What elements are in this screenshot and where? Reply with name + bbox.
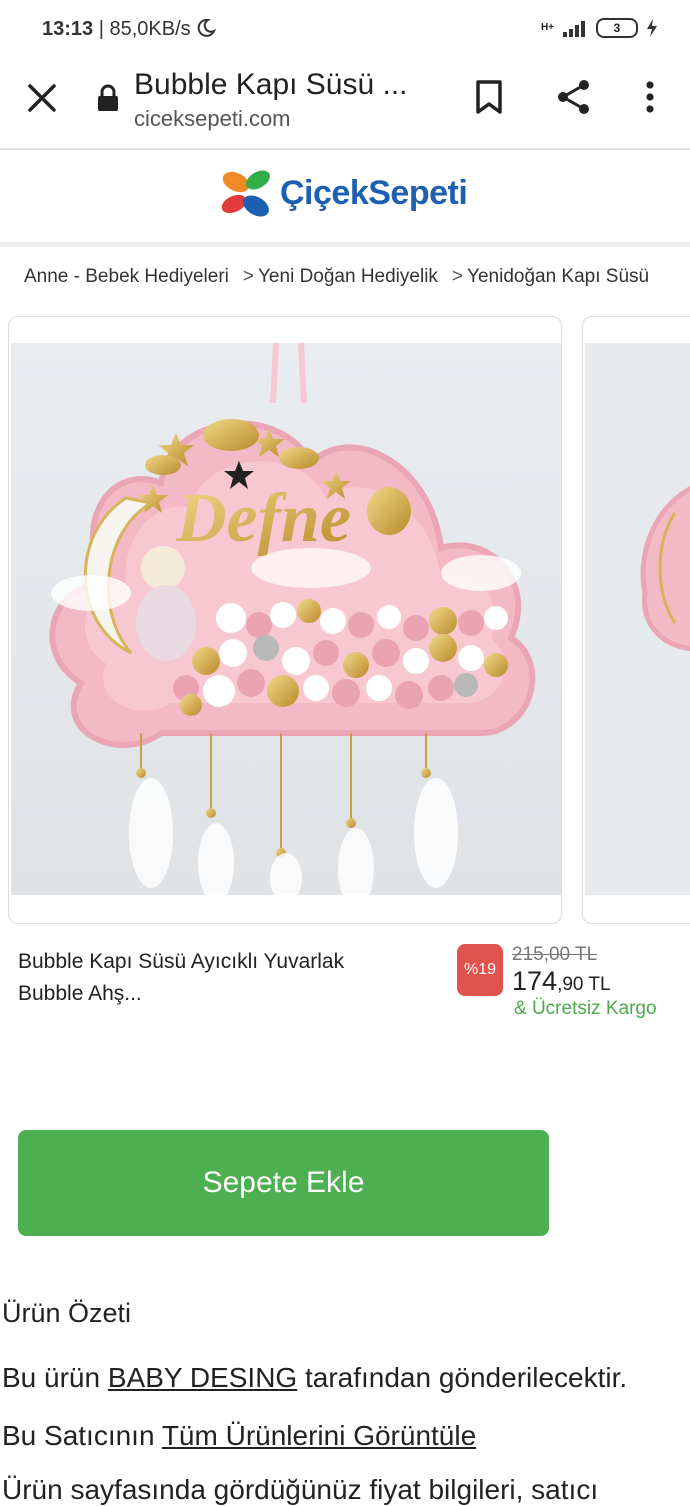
seller-products-line: Bu Satıcının Tüm Ürünlerini Görüntüle (2, 1420, 477, 1451)
product-name[interactable]: Bubble Kapı Süsü Ayıcıklı Yuvarlak Bubbl… (18, 946, 418, 1010)
price-info-text: Ürün sayfasında gördüğünüz fiyat bilgile… (2, 1474, 599, 1505)
status-time: 13:13 | 85,0KB/s (42, 18, 217, 41)
breadcrumb-item[interactable]: > Yeni Doğan Hediyelik (243, 266, 438, 288)
browser-toolbar: Bubble Kapı Süsü ... ciceksepeti.com (0, 60, 690, 150)
breadcrumb-item[interactable]: Anne - Bebek Hediyeleri (24, 266, 229, 288)
view-all-products-link[interactable]: Tüm Ürünlerini Görüntüle (162, 1420, 476, 1451)
chevron-right-icon: > (242, 266, 254, 287)
breadcrumb: Anne - Bebek Hediyeleri > Yeni Doğan Hedi… (24, 266, 649, 288)
seller-link[interactable]: BABY DESING (108, 1362, 297, 1393)
site-header: ÇiçekSepeti (0, 150, 690, 247)
product-illustration-next (585, 343, 690, 895)
free-shipping-label: & Ücretsiz Kargo (514, 998, 657, 1019)
signal-icon (563, 21, 585, 37)
logo-text: ÇiçekSepeti (280, 173, 468, 212)
chevron-right-icon: > (451, 266, 464, 287)
old-price: 215,00 TL (512, 944, 598, 965)
battery-icon: 3 (596, 18, 638, 38)
more-options-icon[interactable] (636, 78, 664, 116)
site-logo[interactable]: ÇiçekSepeti (218, 168, 468, 218)
product-image-card-next[interactable] (582, 316, 690, 924)
product-image-card[interactable]: Defne (8, 316, 562, 924)
charging-icon (647, 19, 657, 37)
lock-icon (98, 84, 118, 111)
status-speed: | 85,0KB/s (98, 18, 191, 40)
breadcrumb-item[interactable]: > Yenidoğan Kapı Süsü (452, 266, 649, 288)
product-photo: Defne (11, 342, 561, 908)
close-icon[interactable] (26, 82, 58, 114)
product-photo-next (585, 343, 690, 895)
svg-text:Defne: Defne (175, 480, 351, 557)
network-type: H+ (540, 22, 554, 33)
discount-badge: %19 (457, 944, 503, 996)
add-to-cart-button[interactable]: Sepete Ekle (18, 1130, 549, 1236)
page-title[interactable]: Bubble Kapı Süsü ... (134, 68, 408, 102)
bookmark-icon[interactable] (474, 80, 504, 114)
share-icon[interactable] (555, 78, 593, 116)
moon-icon (197, 18, 217, 37)
product-illustration: Defne (11, 342, 561, 908)
flower-logo-icon (221, 170, 270, 217)
current-price: 174,90 TL (512, 966, 611, 996)
status-icons: H+ 3 (541, 18, 658, 38)
summary-heading: Ürün Özeti (2, 1298, 132, 1328)
status-bar: 13:13 | 85,0KB/s H+ 3 (0, 0, 690, 60)
page-url[interactable]: ciceksepeti.com (134, 106, 291, 132)
seller-line: Bu ürün BABY DESING tarafından gönderile… (2, 1362, 628, 1393)
